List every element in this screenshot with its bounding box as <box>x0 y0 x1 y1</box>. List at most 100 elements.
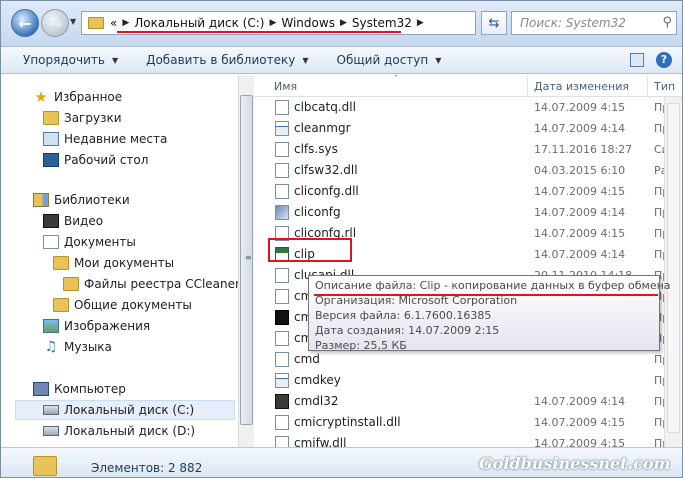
nav-desktop[interactable]: Рабочий стол <box>43 150 148 170</box>
chevron-down-icon: ▼ <box>435 55 442 65</box>
nav-video[interactable]: Видео <box>43 211 103 231</box>
back-button[interactable]: ← <box>11 9 39 37</box>
nav-documents[interactable]: Документы <box>43 232 136 252</box>
nav-pictures[interactable]: Изображения <box>43 316 150 336</box>
breadcrumb-local-disk-c[interactable]: Локальный диск (C:) <box>134 16 264 30</box>
breadcrumb-overflow[interactable]: « <box>110 16 117 30</box>
organize-button[interactable]: Упорядочить ▼ <box>23 53 118 67</box>
nav-local-disk-d[interactable]: Локальный диск (D:) <box>43 421 195 441</box>
video-icon <box>43 214 59 228</box>
file-name: clbcatq.dll <box>294 100 356 114</box>
share-button[interactable]: Общий доступ ▼ <box>337 53 442 67</box>
nav-my-documents[interactable]: Мои документы <box>53 253 174 273</box>
forward-button[interactable]: → <box>41 9 69 37</box>
file-name: cmd <box>294 352 320 366</box>
chevron-right-icon[interactable]: ▶ <box>417 18 424 28</box>
desktop-icon <box>43 153 59 167</box>
tooltip-size: Размер: 25,5 КБ <box>315 339 407 352</box>
file-name: clip <box>294 247 315 261</box>
file-dll-icon <box>275 415 289 430</box>
column-type[interactable]: Тип <box>654 80 675 93</box>
view-options-icon[interactable] <box>630 53 644 67</box>
folder-icon <box>33 456 57 476</box>
search-icon: ⚲ <box>662 15 672 30</box>
file-name: cleanmgr <box>294 121 351 135</box>
column-date[interactable]: Дата изменения <box>534 80 629 93</box>
add-to-library-button[interactable]: Добавить в библиотеку ▼ <box>146 53 308 67</box>
watermark: Goldbusinessnet.com <box>479 454 671 473</box>
file-type: При <box>654 101 664 114</box>
file-list-scrollbar[interactable] <box>664 97 682 447</box>
file-row[interactable]: cliconfg.rll 14.07.2009 4:15 При <box>254 223 664 243</box>
nav-favorites-label: Избранное <box>54 90 123 104</box>
file-name: clfsw32.dll <box>294 163 358 177</box>
file-row[interactable]: clbcatq.dll 14.07.2009 4:15 При <box>254 97 664 117</box>
share-label: Общий доступ <box>336 53 429 67</box>
file-row[interactable]: clip 14.07.2009 4:14 При <box>254 244 664 264</box>
nav-libraries[interactable]: Библиотеки <box>33 190 130 210</box>
file-name: cmifw.dll <box>294 436 347 447</box>
file-name: cliconfg <box>294 205 341 219</box>
star-icon: ★ <box>34 88 48 106</box>
help-icon[interactable]: ? <box>656 52 672 68</box>
file-ctl-icon <box>275 205 289 220</box>
file-date: 04.03.2015 6:10 <box>534 164 626 177</box>
nav-public-documents[interactable]: Общие документы <box>53 295 192 315</box>
nav-recent-label: Недавние места <box>64 132 168 146</box>
search-placeholder: Поиск: System32 <box>520 16 626 30</box>
folder-icon <box>88 17 104 29</box>
nav-local-disk-c[interactable]: Локальный диск (C:) <box>15 400 235 420</box>
nav-downloads[interactable]: Загрузки <box>43 108 122 128</box>
folder-icon <box>53 256 69 270</box>
file-date: 14.07.2009 4:15 <box>534 185 626 198</box>
file-date: 14.07.2009 4:14 <box>534 206 626 219</box>
file-con-icon <box>275 310 289 325</box>
nav-music[interactable]: ♫ Музыка <box>43 337 112 357</box>
column-divider[interactable] <box>527 75 528 97</box>
nav-desktop-label: Рабочий стол <box>64 153 149 167</box>
file-row[interactable]: cmdl32 14.07.2009 4:14 При <box>254 391 664 411</box>
tooltip-description: Описание файла: Clip - копирование данны… <box>315 279 671 292</box>
drive-icon <box>43 405 59 415</box>
file-row[interactable]: cmicryptinstall.dll 14.07.2009 4:15 При <box>254 412 664 432</box>
nav-ccleaner-files[interactable]: Файлы реестра CCleaner <box>63 274 238 294</box>
file-list-scrollbar-thumb[interactable] <box>667 103 680 433</box>
documents-icon <box>43 235 59 249</box>
forward-arrow-icon: → <box>48 13 62 33</box>
chevron-right-icon[interactable]: ▶ <box>269 18 276 28</box>
file-row[interactable]: cmdkey При <box>254 370 664 390</box>
file-name: cmdkey <box>294 373 341 387</box>
nav-local-disk-c-label: Локальный диск (C:) <box>64 403 195 417</box>
search-input[interactable]: Поиск: System32 ⚲ <box>511 11 677 35</box>
file-type: При <box>654 206 664 219</box>
file-type: При <box>654 248 664 261</box>
file-date: 14.07.2009 4:14 <box>534 395 626 408</box>
refresh-button[interactable]: ⇆ <box>481 11 507 35</box>
file-type: Рас <box>654 164 664 177</box>
nav-favorites[interactable]: ★ Избранное <box>33 87 122 107</box>
breadcrumb-system32[interactable]: System32 <box>352 16 412 30</box>
item-count: Элементов: 2 882 <box>91 461 203 475</box>
file-row[interactable]: clfsw32.dll 04.03.2015 6:10 Рас <box>254 160 664 180</box>
nav-recent[interactable]: Недавние места <box>43 129 167 149</box>
nav-documents-label: Документы <box>64 235 136 249</box>
file-row[interactable]: cmifw.dll 14.07.2009 4:15 При <box>254 433 664 447</box>
folder-icon <box>53 298 69 312</box>
recent-pages-dropdown-icon[interactable]: ▼ <box>70 17 76 26</box>
file-name: cmicryptinstall.dll <box>294 415 401 429</box>
file-row[interactable]: cliconfg 14.07.2009 4:14 При <box>254 202 664 222</box>
chevron-right-icon[interactable]: ▶ <box>122 18 129 28</box>
nav-computer[interactable]: Компьютер <box>33 379 126 399</box>
column-name[interactable]: Имя <box>274 80 297 93</box>
file-row[interactable]: clfs.sys 17.11.2016 18:27 Сист <box>254 139 664 159</box>
file-row[interactable]: cleanmgr 14.07.2009 4:14 При <box>254 118 664 138</box>
file-tooltip: Описание файла: Clip - копирование данны… <box>308 275 671 352</box>
navigation-scrollbar-thumb[interactable]: ≡ <box>240 95 253 425</box>
refresh-icon: ⇆ <box>488 15 500 31</box>
file-row[interactable]: cliconfg.dll 14.07.2009 4:15 При <box>254 181 664 201</box>
file-exe-icon <box>275 373 289 388</box>
column-divider[interactable] <box>647 75 648 97</box>
breadcrumb-windows[interactable]: Windows <box>281 16 335 30</box>
navigation-scrollbar[interactable]: ≡ <box>238 75 254 447</box>
chevron-right-icon[interactable]: ▶ <box>340 18 347 28</box>
